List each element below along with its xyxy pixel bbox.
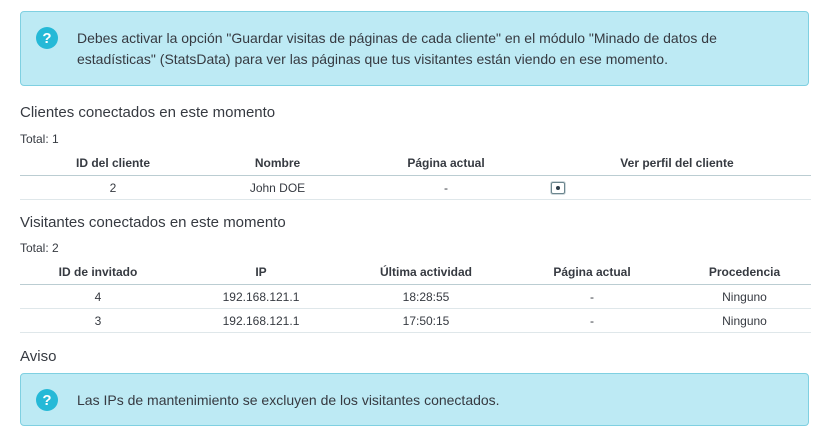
column-header: ID de invitado	[58, 265, 138, 279]
customer-name: John DOE	[206, 175, 349, 200]
column-header: Procedencia	[708, 265, 781, 279]
customer-id: 2	[20, 175, 206, 200]
column-header: Nombre	[254, 156, 301, 170]
visitors-table: ID de invitado IP Última actividad Págin…	[20, 260, 811, 333]
customers-table: ID del cliente Nombre Página actual Ver …	[20, 151, 811, 200]
guest-current-page: -	[506, 308, 678, 333]
table-header-row: ID del cliente Nombre Página actual Ver …	[20, 151, 811, 176]
visitors-total: Total: 2	[20, 241, 59, 255]
table-header-row: ID de invitado IP Última actividad Págin…	[20, 260, 811, 285]
guest-ip: 192.168.121.1	[176, 308, 346, 333]
visitors-heading: Visitantes conectados en este momento	[20, 214, 286, 231]
table-row: 2 John DOE -	[20, 175, 811, 200]
guest-origin: Ninguno	[678, 308, 811, 333]
column-header: Ver perfil del cliente	[620, 156, 734, 170]
column-header: Última actividad	[379, 265, 473, 279]
customer-profile-cell	[543, 175, 811, 200]
table-row: 3 192.168.121.1 17:50:15 - Ninguno	[20, 308, 811, 333]
question-circle-icon: ?	[36, 389, 58, 411]
alert-message: Debes activar la opción "Guardar visitas…	[77, 30, 717, 67]
customers-total: Total: 1	[20, 132, 59, 146]
guest-last-activity: 18:28:55	[346, 284, 506, 309]
guest-id: 3	[20, 308, 176, 333]
column-header: Página actual	[407, 156, 485, 170]
statsdata-info-alert: ? Debes activar la opción "Guardar visit…	[20, 11, 809, 86]
notice-heading: Aviso	[20, 348, 57, 365]
table-row: 4 192.168.121.1 18:28:55 - Ninguno	[20, 284, 811, 309]
guest-id: 4	[20, 284, 176, 309]
guest-last-activity: 17:50:15	[346, 308, 506, 333]
guest-origin: Ninguno	[678, 284, 811, 309]
column-header: Página actual	[553, 265, 631, 279]
customers-heading: Clientes conectados en este momento	[20, 104, 276, 121]
alert-message: Las IPs de mantenimiento se excluyen de …	[77, 392, 500, 408]
customer-current-page: -	[349, 175, 543, 200]
column-header: ID del cliente	[75, 156, 151, 170]
maintenance-ip-alert: ? Las IPs de mantenimiento se excluyen d…	[20, 373, 809, 426]
guest-current-page: -	[506, 284, 678, 309]
question-circle-icon: ?	[36, 27, 58, 49]
view-profile-icon[interactable]	[551, 182, 565, 195]
guest-ip: 192.168.121.1	[176, 284, 346, 309]
column-header: IP	[255, 265, 267, 279]
